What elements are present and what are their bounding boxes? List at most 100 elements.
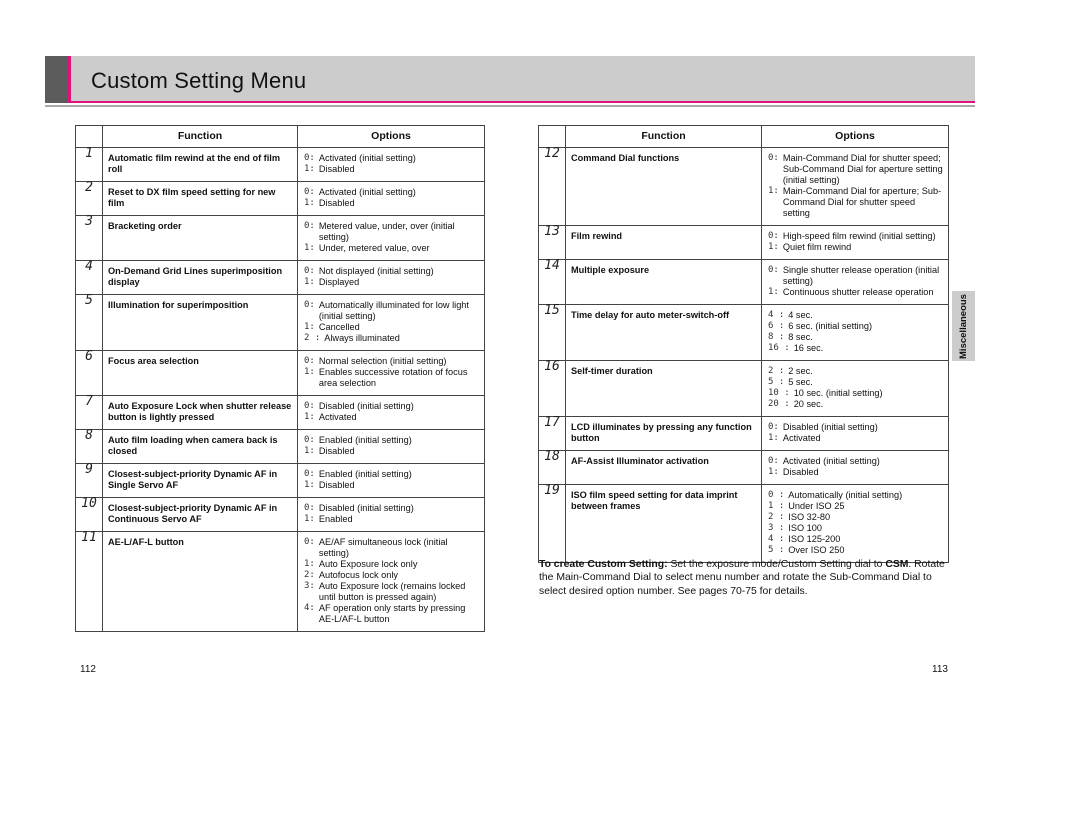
option-item: 0: Activated (initial setting) bbox=[768, 456, 944, 467]
section-header: Custom Setting Menu bbox=[45, 56, 975, 103]
option-value: 16 sec. bbox=[793, 343, 824, 353]
option-key: 4: bbox=[304, 603, 315, 613]
option-key: 1: bbox=[768, 186, 779, 196]
table-row: 16 Self-timer duration 2 :2 sec. 5 :5 sec. 1… bbox=[538, 360, 949, 417]
option-value: Activated (initial setting) bbox=[318, 153, 416, 163]
setting-options: 0: Automatically illuminated for low ligh… bbox=[297, 294, 485, 351]
header-divider bbox=[45, 105, 975, 107]
setting-function: Time delay for auto meter-switch-off bbox=[565, 304, 762, 361]
option-key: 5 : bbox=[768, 545, 785, 555]
option-value: 5 sec. bbox=[788, 377, 813, 387]
option-value: Enables successive rotation of focus are… bbox=[318, 367, 468, 388]
setting-number: 14 bbox=[538, 259, 566, 305]
option-value: High-speed film rewind (initial setting) bbox=[782, 231, 936, 241]
option-value: Cancelled bbox=[318, 322, 360, 332]
custom-settings-table-right: Function Options 12 Command Dial function… bbox=[538, 125, 949, 563]
header-number-cell bbox=[538, 125, 566, 148]
option-value: Autofocus lock only bbox=[318, 570, 399, 580]
header-function: Function bbox=[102, 125, 298, 148]
table-row: 6 Focus area selection 0: Normal selection … bbox=[75, 350, 485, 396]
option-item: 3 : ISO 100 bbox=[768, 523, 944, 534]
option-item: 0 : Automatically (initial setting) bbox=[768, 490, 944, 501]
side-tab-label: Miscellaneous bbox=[958, 293, 970, 359]
setting-function: Self-timer duration bbox=[565, 360, 762, 417]
header-pink-rule-horizontal bbox=[67, 101, 975, 103]
instructions-text-1: Set the exposure mode/Custom Setting dia… bbox=[667, 559, 886, 570]
option-item: 0: Activated (initial setting) bbox=[304, 153, 480, 164]
option-item: 1: Disabled bbox=[304, 198, 480, 209]
setting-number: 7 bbox=[75, 395, 103, 430]
setting-number: 1 bbox=[75, 147, 103, 182]
option-item: 1: Continuous shutter release operation bbox=[768, 287, 944, 298]
setting-function: Closest-subject-priority Dynamic AF in S… bbox=[102, 463, 298, 498]
setting-options: 4 :4 sec. 6 :6 sec. (initial setting) 8 :8… bbox=[761, 304, 949, 361]
setting-options: 0 : Automatically (initial setting) 1 : Und… bbox=[761, 484, 949, 563]
option-value: Activated bbox=[782, 433, 821, 443]
option-value: ISO 32-80 bbox=[788, 512, 831, 522]
option-item: 0: Enabled (initial setting) bbox=[304, 469, 480, 480]
option-value: Enabled bbox=[318, 514, 353, 524]
setting-options: 0: AE/AF simultaneous lock (initial setti… bbox=[297, 531, 485, 632]
option-item: 16 :16 sec. bbox=[768, 343, 944, 354]
option-key: 0: bbox=[768, 422, 779, 432]
option-value: Main-Command Dial for aperture; Sub-Comm… bbox=[782, 186, 942, 218]
option-key: 0: bbox=[304, 503, 315, 513]
option-key: 1: bbox=[304, 277, 315, 287]
table-row: 8 Auto film loading when camera back is c… bbox=[75, 429, 485, 464]
instructions-lead: To create Custom Setting: bbox=[539, 559, 668, 570]
miscellaneous-side-tab: Miscellaneous bbox=[952, 291, 975, 361]
option-key: 2 : bbox=[768, 512, 785, 522]
setting-function: Focus area selection bbox=[102, 350, 298, 396]
header-options: Options bbox=[297, 125, 485, 148]
option-value: Normal selection (initial setting) bbox=[318, 356, 447, 366]
option-item: 2 : ISO 32-80 bbox=[768, 512, 944, 523]
option-key: 1: bbox=[304, 559, 315, 569]
option-item: 1: Quiet film rewind bbox=[768, 242, 944, 253]
option-value: Activated (initial setting) bbox=[782, 456, 880, 466]
option-value: Continuous shutter release operation bbox=[782, 287, 934, 297]
option-key: 10 : bbox=[768, 388, 790, 398]
setting-function: Multiple exposure bbox=[565, 259, 762, 305]
option-item: 1: Enabled bbox=[304, 514, 480, 525]
option-item: 8 :8 sec. bbox=[768, 332, 944, 343]
option-value: ISO 125-200 bbox=[788, 534, 841, 544]
option-value: Activated (initial setting) bbox=[318, 187, 416, 197]
option-item: 1: Under, metered value, over bbox=[304, 243, 480, 254]
header-number-cell bbox=[75, 125, 103, 148]
option-value: Quiet film rewind bbox=[782, 242, 852, 252]
option-key: 0: bbox=[304, 435, 315, 445]
setting-number: 9 bbox=[75, 463, 103, 498]
table-row: 5 Illumination for superimposition 0: Autom… bbox=[75, 294, 485, 351]
option-key: 1 : bbox=[768, 501, 785, 511]
option-key: 0: bbox=[304, 401, 315, 411]
setting-options: 0: Enabled (initial setting) 1: Disabled bbox=[297, 429, 485, 464]
option-value: Not displayed (initial setting) bbox=[318, 266, 434, 276]
option-key: 4 : bbox=[768, 310, 785, 320]
option-key: 1: bbox=[304, 322, 315, 332]
setting-options: 0: Disabled (initial setting) 1: Enabled bbox=[297, 497, 485, 532]
option-value: 20 sec. bbox=[793, 399, 824, 409]
header-function: Function bbox=[565, 125, 762, 148]
option-value: Displayed bbox=[318, 277, 360, 287]
option-item: 1: Disabled bbox=[304, 480, 480, 491]
setting-options: 0: Disabled (initial setting) 1: Activated bbox=[297, 395, 485, 430]
setting-options: 0: Activated (initial setting) 1: Disabled bbox=[297, 181, 485, 216]
option-item: 1: Disabled bbox=[304, 446, 480, 457]
option-key: 1: bbox=[768, 287, 779, 297]
option-item: 3: Auto Exposure lock (remains locked unt… bbox=[304, 581, 480, 603]
setting-function: Auto Exposure Lock when shutter release … bbox=[102, 395, 298, 430]
option-value: Disabled bbox=[318, 198, 355, 208]
setting-number: 15 bbox=[538, 304, 566, 361]
setting-number: 4 bbox=[75, 260, 103, 295]
setting-number: 10 bbox=[75, 497, 103, 532]
option-value: 10 sec. (initial setting) bbox=[793, 388, 883, 398]
option-key: 0: bbox=[304, 356, 315, 366]
option-key: 1: bbox=[768, 467, 779, 477]
right-table-body: 12 Command Dial functions 0: Main-Command D… bbox=[538, 147, 949, 563]
table-row: 14 Multiple exposure 0: Single shutter rele… bbox=[538, 259, 949, 305]
setting-function: AF-Assist Illuminator activation bbox=[565, 450, 762, 485]
setting-options: 0: Not displayed (initial setting) 1: Displ… bbox=[297, 260, 485, 295]
setting-function: On-Demand Grid Lines superimposition dis… bbox=[102, 260, 298, 295]
option-value: AE/AF simultaneous lock (initial setting… bbox=[318, 537, 448, 558]
option-key: 16 : bbox=[768, 343, 790, 353]
